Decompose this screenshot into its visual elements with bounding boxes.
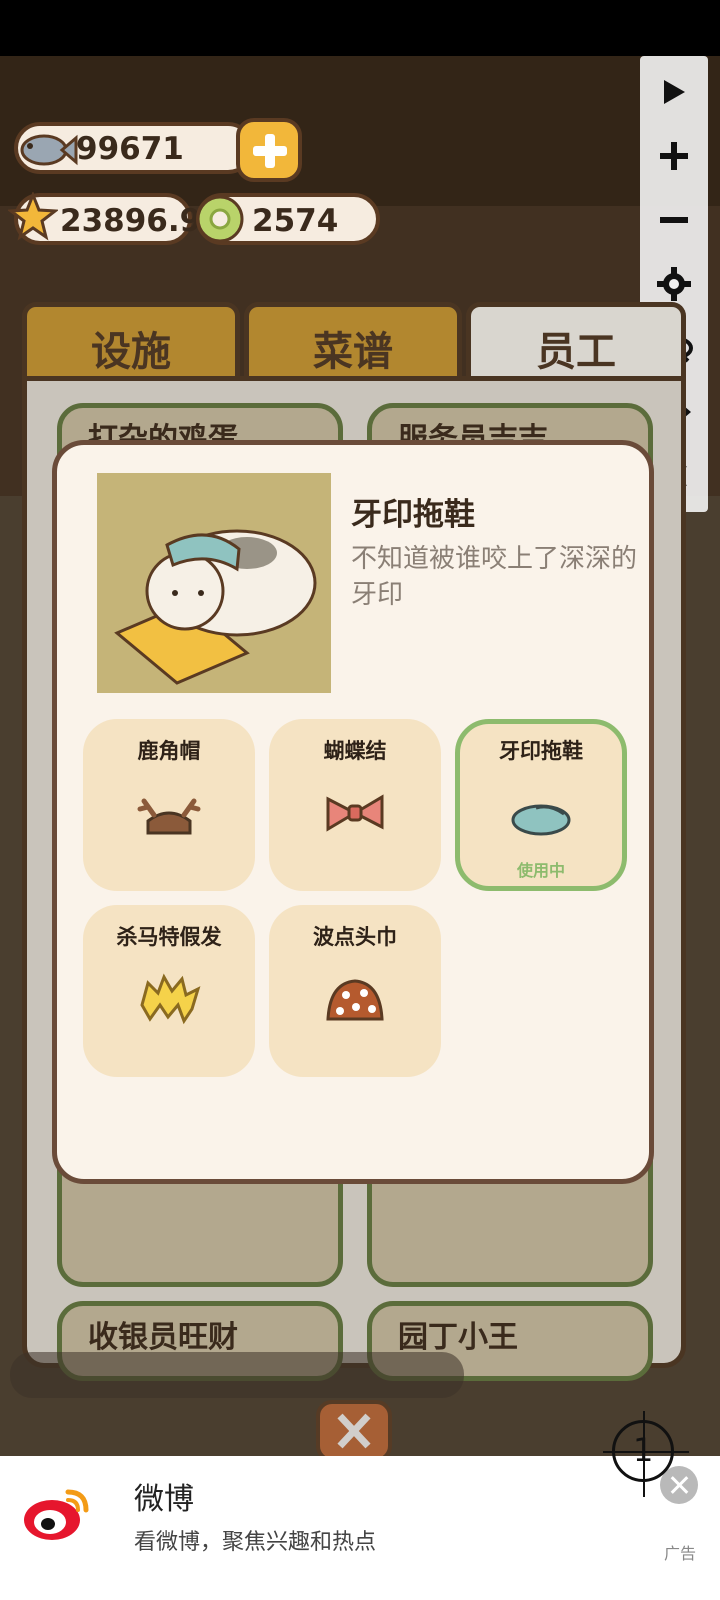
- tab-recipes[interactable]: 菜谱: [244, 302, 462, 380]
- accessory-slipper[interactable]: 牙印拖鞋 使用中: [455, 719, 627, 891]
- close-icon: [337, 1413, 371, 1449]
- polka-bandana-icon: [326, 979, 384, 1021]
- accessory-antler-hat[interactable]: 鹿角帽: [83, 719, 255, 891]
- bow-icon: [326, 794, 384, 832]
- game-screen: 99671 23896.9 2574 设施 菜谱 员工 收银员旺财 园丁小王 牙…: [0, 0, 720, 1600]
- hint-toast: [10, 1352, 464, 1398]
- add-currency-button[interactable]: [236, 118, 302, 182]
- fish-icon: [20, 134, 78, 166]
- close-panel-button[interactable]: [316, 1400, 392, 1462]
- tab-facilities[interactable]: 设施: [22, 302, 240, 380]
- coin-icon: [196, 195, 244, 243]
- ad-tag: 广告: [664, 1544, 697, 1563]
- zoom-out-icon[interactable]: [640, 188, 708, 252]
- star-icon: [8, 192, 58, 241]
- coin-count: 2574: [252, 203, 339, 239]
- fish-count: 99671: [76, 131, 184, 167]
- crosshair-label: 1: [633, 1431, 654, 1469]
- wig-icon: [140, 973, 201, 1025]
- accessory-polka-bandana[interactable]: 波点头巾: [269, 905, 441, 1077]
- ad-banner[interactable]: 微博 看微博，聚焦兴趣和热点 广告: [0, 1456, 720, 1600]
- in-use-label: 使用中: [516, 861, 565, 880]
- zoom-in-icon[interactable]: [640, 124, 708, 188]
- item-preview: [97, 473, 331, 693]
- weibo-logo-icon: [24, 1489, 89, 1540]
- accessory-name: 杀马特假发: [116, 925, 222, 949]
- accessory-wig[interactable]: 杀马特假发: [83, 905, 255, 1077]
- accessory-name: 蝴蝶结: [323, 739, 387, 763]
- play-icon[interactable]: [640, 60, 708, 124]
- ad-app-name: 微博: [134, 1482, 194, 1517]
- slipper-icon: [511, 804, 571, 836]
- cat-with-slipper-illustration: [114, 529, 317, 685]
- crosshair-cursor: 1: [603, 1411, 689, 1497]
- accessory-bow[interactable]: 蝴蝶结: [269, 719, 441, 891]
- accessory-name: 牙印拖鞋: [499, 739, 583, 763]
- ad-slogan: 看微博，聚焦兴趣和热点: [134, 1530, 377, 1555]
- staff-name: 园丁小王: [398, 1320, 518, 1355]
- accessory-name: 鹿角帽: [137, 739, 201, 763]
- item-description: 不知道被谁咬上了深深的牙印: [351, 544, 638, 610]
- accessory-name: 波点头巾: [313, 925, 397, 949]
- item-title: 牙印拖鞋: [351, 497, 475, 533]
- tab-staff[interactable]: 员工: [466, 302, 686, 380]
- antler-hat-icon: [137, 798, 201, 835]
- staff-name: 收银员旺财: [88, 1320, 238, 1355]
- accessory-dialog: 牙印拖鞋 不知道被谁咬上了深深的牙印 鹿角帽 蝴蝶结 牙印拖鞋 使用中 杀马特假…: [52, 440, 654, 1184]
- star-count: 23896.9: [60, 203, 202, 239]
